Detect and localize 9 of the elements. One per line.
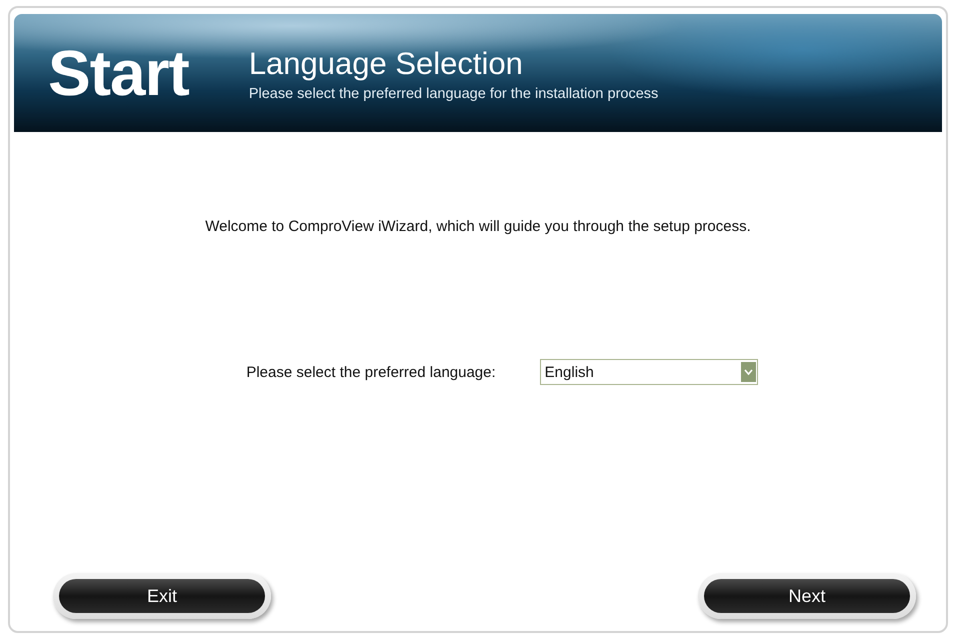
chevron-down-icon — [740, 362, 756, 382]
logo-text: Start — [48, 36, 189, 110]
language-dropdown[interactable]: English — [540, 359, 758, 385]
page-subtitle: Please select the preferred language for the installation process — [248, 86, 658, 102]
wizard-button[interactable]: Exit — [53, 573, 271, 619]
page-title: Language Selection — [248, 46, 524, 82]
welcome-text: Welcome to ComproView iWizard, which will guide you through the setup process. — [205, 218, 751, 235]
language-label: Please select the preferred language: — [246, 364, 496, 380]
wizard-button[interactable]: Next — [698, 573, 916, 619]
